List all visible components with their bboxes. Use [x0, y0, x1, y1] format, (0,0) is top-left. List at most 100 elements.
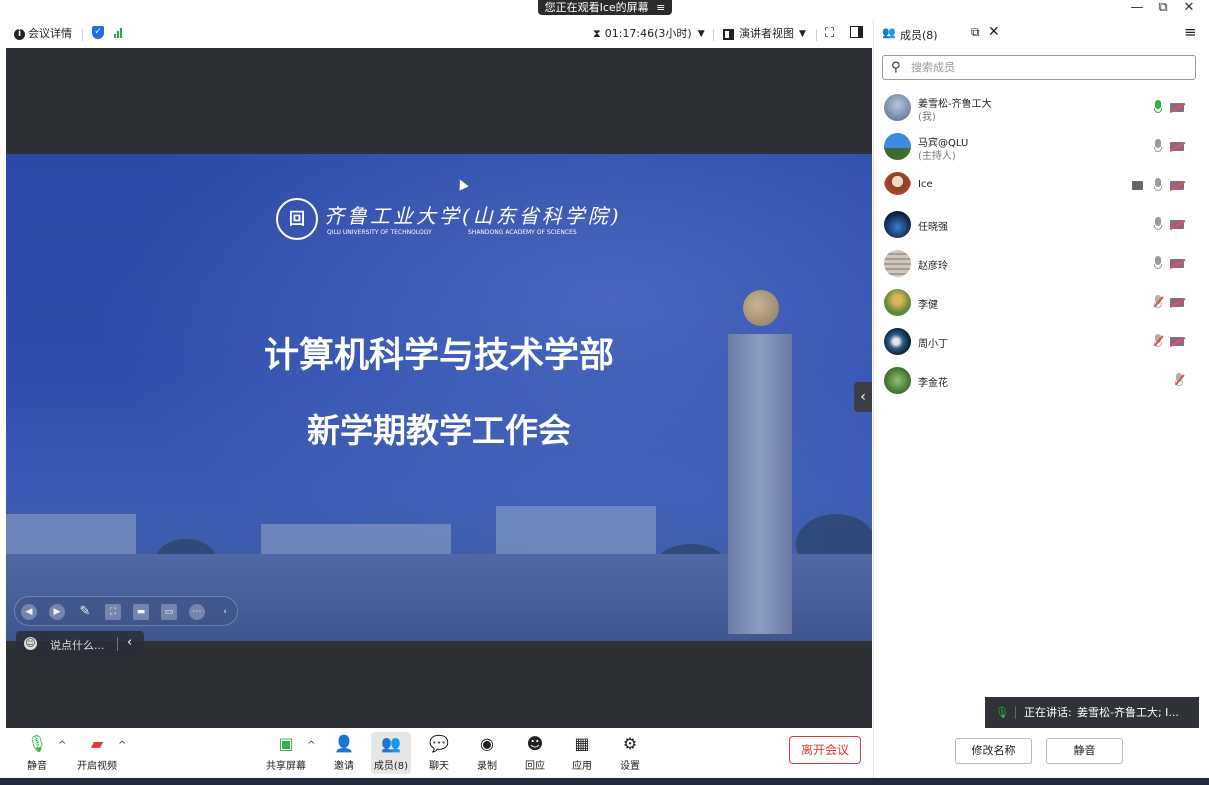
members-panel-header: 👥 成员(8) ⧉ ✕ ≡	[874, 20, 1209, 48]
menu-icon[interactable]: ≡	[656, 1, 665, 14]
member-row[interactable]: 姜雪松-齐鲁工大 (我)	[874, 88, 1209, 127]
chevron-up-icon[interactable]: ^	[307, 740, 315, 751]
start-video-button[interactable]: ▰ 开启视频	[72, 734, 122, 772]
collapse-panel-icon[interactable]: ‹	[854, 382, 872, 412]
collapse-icon[interactable]: ‹	[217, 604, 233, 620]
close-icon[interactable]: ✕	[1177, 0, 1201, 16]
system-taskbar	[0, 778, 1209, 785]
camera-off-icon	[1169, 102, 1186, 113]
divider	[713, 29, 714, 41]
presentation-slide: 回 齐鲁工业大学(山东省科学院) QILU UNIVERSITY OF TECH…	[6, 154, 872, 641]
play-icon[interactable]: ▶	[49, 604, 65, 620]
camera-off-icon	[1169, 336, 1186, 347]
member-row[interactable]: 李健	[874, 283, 1209, 322]
microphone-icon[interactable]	[1153, 178, 1163, 193]
microphone-icon[interactable]	[1153, 256, 1163, 271]
more-icon[interactable]: ⋯	[189, 604, 205, 620]
member-search-input[interactable]: ⚲ 搜索成员	[882, 55, 1196, 80]
microphone-active-icon[interactable]	[1153, 100, 1163, 115]
member-row[interactable]: 李金花	[874, 361, 1209, 400]
emoji-icon[interactable]: ☺	[24, 637, 37, 650]
restore-icon[interactable]: ⧉	[1151, 0, 1175, 16]
chevron-down-icon: ▼	[697, 29, 705, 39]
member-row[interactable]: 周小丁	[874, 322, 1209, 361]
avatar	[884, 94, 911, 121]
camera-icon[interactable]: ▬	[133, 604, 149, 620]
member-row[interactable]: Ice	[874, 166, 1209, 205]
slide-title: 计算机科学与技术学部	[263, 336, 614, 376]
microphone-muted-icon[interactable]	[1153, 334, 1164, 349]
mute-button[interactable]: 🎙 静音	[15, 734, 59, 772]
record-button[interactable]: ◉ 录制	[465, 734, 509, 772]
apps-button[interactable]: ▦ 应用	[560, 734, 604, 772]
leave-meeting-button[interactable]: 离开会议	[789, 736, 861, 764]
slide-subtitle: 新学期教学工作会	[307, 411, 571, 450]
close-icon[interactable]: ✕	[988, 24, 1000, 40]
avatar	[884, 133, 911, 160]
meeting-timer[interactable]: ⧗ 01:17:46(3小时) ▼	[593, 26, 705, 42]
rename-button[interactable]: 修改名称	[955, 738, 1032, 764]
invite-label: 邀请	[334, 761, 354, 772]
microphone-icon: 🎙	[26, 734, 48, 753]
settings-button[interactable]: ⚙ 设置	[608, 734, 652, 772]
screen-share-icon	[1132, 181, 1143, 190]
react-label: 回应	[525, 761, 545, 772]
chat-button[interactable]: 💬 聊天	[417, 734, 461, 772]
camera-off-icon	[1169, 141, 1186, 152]
microphone-muted-icon[interactable]	[1174, 373, 1185, 388]
member-row[interactable]: 赵彦玲	[874, 244, 1209, 283]
react-button[interactable]: ☻ 回应	[513, 734, 557, 772]
apps-label: 应用	[572, 761, 592, 772]
members-button[interactable]: 👥 成员(8)	[371, 732, 411, 774]
microphone-icon[interactable]	[1153, 139, 1163, 154]
start-video-label: 开启视频	[77, 761, 117, 772]
member-role: (主持人)	[918, 151, 956, 162]
microphone-icon[interactable]	[1153, 217, 1163, 232]
meeting-details-button[interactable]: i 会议详情	[14, 26, 72, 42]
active-speaker-indicator: 🎙 正在讲话: 姜雪松-齐鲁工大; I...	[985, 697, 1199, 728]
camera-off-icon	[1169, 258, 1186, 269]
comment-icon[interactable]: ▭	[161, 604, 177, 620]
pop-out-icon[interactable]: ⧉	[971, 25, 980, 40]
divider	[82, 29, 83, 41]
invite-button[interactable]: 👤 邀请	[322, 734, 366, 772]
microphone-muted-icon[interactable]	[1153, 295, 1164, 310]
seal-glyph: 回	[288, 209, 305, 228]
top-toolbar: i 会议详情 ✓ ⧗ 01:17:46(3小时) ▼ 演讲者视图 ▼ ⛶	[0, 20, 873, 48]
member-search-placeholder: 搜索成员	[911, 61, 955, 74]
view-mode-dropdown[interactable]: 演讲者视图 ▼	[723, 26, 806, 42]
chat-label: 聊天	[429, 761, 449, 772]
members-panel-title: 成员(8)	[900, 29, 938, 42]
timer-value: 01:17:46(3小时)	[604, 27, 692, 40]
avatar	[884, 211, 911, 238]
member-row[interactable]: 马宾@QLU (主持人)	[874, 127, 1209, 166]
fullscreen-icon[interactable]: ⛶	[825, 26, 834, 42]
gear-icon: ⚙	[622, 734, 638, 753]
member-name: 周小丁	[918, 339, 948, 350]
screen-share-banner[interactable]: 您正在观看Ice的屏幕 ≡	[538, 0, 672, 15]
university-logo-text: 齐鲁工业大学(山东省科学院)	[324, 204, 622, 228]
sidebar-toggle-icon[interactable]	[850, 26, 863, 38]
chevron-down-icon: ▼	[799, 29, 806, 39]
minimize-icon[interactable]: —	[1125, 0, 1149, 16]
shared-screen-view[interactable]: 回 齐鲁工业大学(山东省科学院) QILU UNIVERSITY OF TECH…	[6, 48, 872, 728]
camera-off-icon	[1169, 219, 1186, 230]
previous-icon[interactable]: ◀	[21, 604, 37, 620]
mute-all-button[interactable]: 静音	[1046, 738, 1123, 764]
share-screen-label: 共享屏幕	[266, 761, 306, 772]
share-screen-icon: ▣	[278, 734, 294, 753]
member-row[interactable]: 任晓强	[874, 205, 1209, 244]
share-screen-button[interactable]: ▣ 共享屏幕	[264, 734, 308, 772]
menu-icon[interactable]: ≡	[1184, 23, 1197, 41]
signal-strength-icon	[114, 27, 122, 38]
member-name: 李金花	[918, 378, 948, 389]
video-off-icon: ▰	[90, 734, 104, 753]
screenshot-icon[interactable]: ⛶	[105, 604, 121, 620]
security-status[interactable]: ✓	[92, 26, 122, 39]
quick-chat-input[interactable]: ☺ 说点什么... ‹	[16, 631, 144, 657]
chevron-up-icon[interactable]: ^	[118, 740, 126, 751]
chevron-left-icon[interactable]: ‹	[127, 635, 132, 650]
pen-icon[interactable]: ✎	[77, 604, 93, 620]
avatar	[884, 289, 911, 316]
chevron-up-icon[interactable]: ^	[58, 740, 66, 751]
